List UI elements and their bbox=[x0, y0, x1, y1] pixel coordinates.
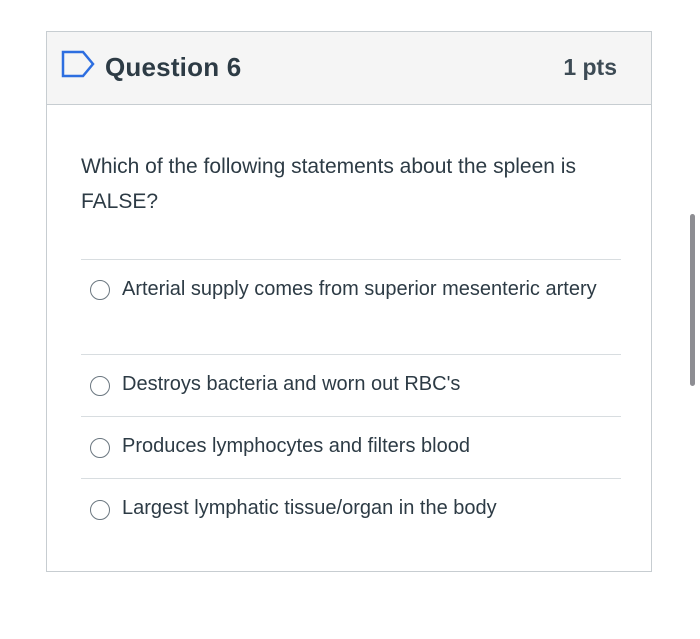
question-card: Question 6 1 pts Which of the following … bbox=[46, 31, 652, 572]
answer-option-4[interactable]: Largest lymphatic tissue/organ in the bo… bbox=[81, 479, 621, 541]
answer-label[interactable]: Arterial supply comes from superior mese… bbox=[122, 273, 612, 306]
question-header: Question 6 1 pts bbox=[47, 32, 651, 105]
radio-button[interactable] bbox=[90, 500, 110, 520]
answer-option-2[interactable]: Destroys bacteria and worn out RBC's bbox=[81, 355, 621, 417]
radio-button[interactable] bbox=[90, 376, 110, 396]
answer-option-1[interactable]: Arterial supply comes from superior mese… bbox=[81, 260, 621, 355]
question-title: Question 6 bbox=[105, 52, 242, 82]
answer-list: Arterial supply comes from superior mese… bbox=[81, 259, 621, 541]
answer-label[interactable]: Produces lymphocytes and filters blood bbox=[122, 430, 612, 463]
answer-label[interactable]: Largest lymphatic tissue/organ in the bo… bbox=[122, 492, 612, 525]
bookmark-flag-icon[interactable] bbox=[61, 50, 95, 78]
question-text: Which of the following statements about … bbox=[81, 155, 576, 213]
answer-option-3[interactable]: Produces lymphocytes and filters blood bbox=[81, 417, 621, 479]
radio-button[interactable] bbox=[90, 438, 110, 458]
radio-button[interactable] bbox=[90, 280, 110, 300]
answer-label[interactable]: Destroys bacteria and worn out RBC's bbox=[122, 368, 612, 401]
scrollbar[interactable] bbox=[690, 214, 695, 386]
question-points: 1 pts bbox=[563, 54, 617, 80]
